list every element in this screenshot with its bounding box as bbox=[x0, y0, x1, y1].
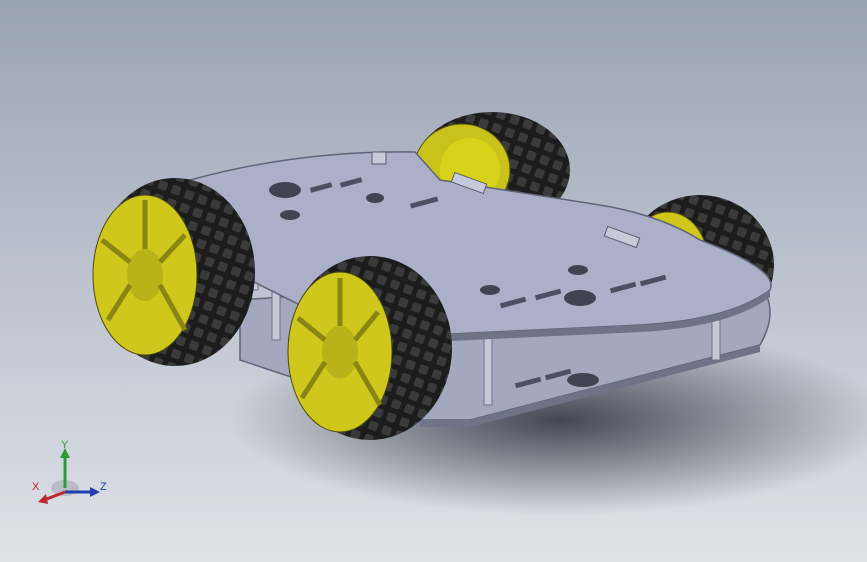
3d-viewport[interactable]: Y Z X bbox=[0, 0, 867, 562]
y-axis-label: Y bbox=[61, 440, 69, 451]
wheel-front-left[interactable] bbox=[287, 256, 452, 440]
z-axis-label: Z bbox=[100, 481, 107, 493]
wheel-rear-left[interactable] bbox=[92, 178, 255, 366]
robot-chassis-model[interactable] bbox=[0, 0, 867, 562]
x-axis-label: X bbox=[32, 481, 40, 493]
axis-triad: Y Z X bbox=[32, 440, 107, 504]
